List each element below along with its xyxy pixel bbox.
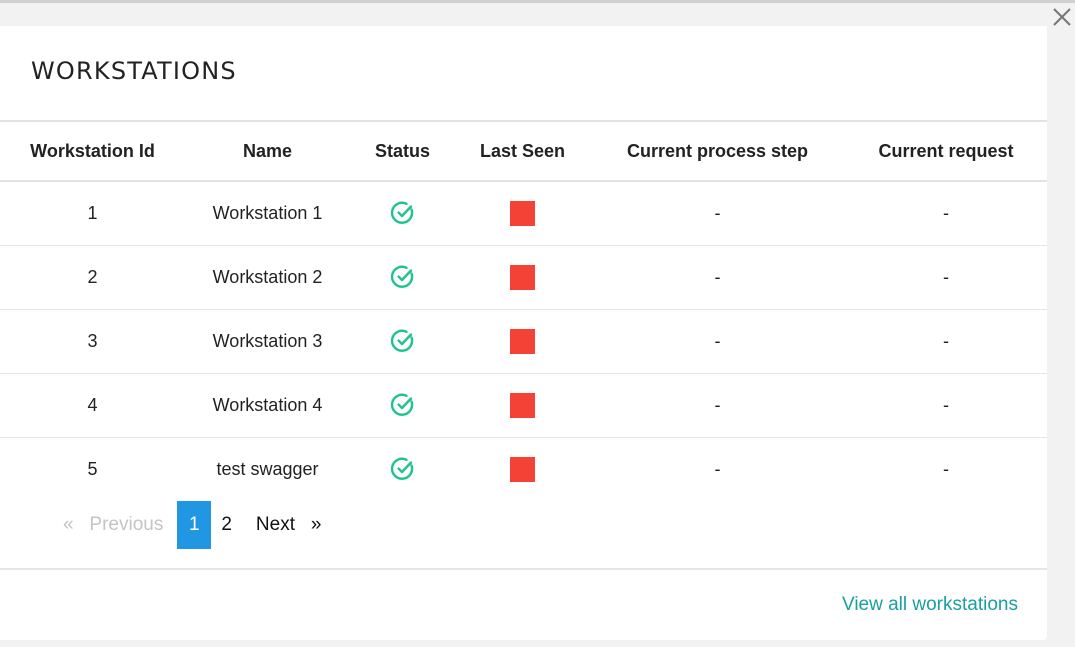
page-title: WORKSTATIONS xyxy=(31,57,237,85)
last-seen-cell xyxy=(455,181,590,245)
workstation-name-cell: Workstation 1 xyxy=(212,202,323,223)
column-header-name[interactable]: Name xyxy=(185,121,350,181)
current-process-step-cell: - xyxy=(714,202,721,223)
status-cell xyxy=(350,309,455,373)
footer-divider xyxy=(0,568,1047,570)
last-seen-cell xyxy=(455,309,590,373)
workstations-table: Workstation Id Name Status Last Seen Cur… xyxy=(0,120,1047,501)
workstation-id-cell: 5 xyxy=(87,458,98,479)
workstation-id-cell: 4 xyxy=(87,394,98,415)
view-all-workstations-link[interactable]: View all workstations xyxy=(842,594,1018,616)
column-header-current-process-step[interactable]: Current process step xyxy=(590,121,845,181)
table-header-row: Workstation Id Name Status Last Seen Cur… xyxy=(0,121,1047,181)
column-header-last-seen[interactable]: Last Seen xyxy=(455,121,590,181)
workstation-name-cell: Workstation 2 xyxy=(212,266,323,287)
status-cell xyxy=(350,437,455,501)
status-cell xyxy=(350,181,455,245)
panel-header: WORKSTATIONS xyxy=(0,26,1047,120)
workstation-id-cell: 3 xyxy=(87,330,98,351)
check-circle-icon xyxy=(390,328,416,354)
check-circle-icon xyxy=(390,392,416,418)
current-process-step-cell: - xyxy=(714,330,721,351)
status-cell xyxy=(350,373,455,437)
last-seen-indicator xyxy=(510,264,535,290)
table-row[interactable]: 2 Workstation 2 - - xyxy=(0,245,1047,309)
double-chevron-left-icon: « xyxy=(63,514,74,535)
close-icon xyxy=(1053,8,1071,26)
next-label: Next xyxy=(255,514,295,535)
current-request-cell: - xyxy=(943,202,949,223)
page-button-1[interactable]: 1 xyxy=(177,501,212,549)
workstation-id-cell: 1 xyxy=(87,202,98,223)
last-seen-cell xyxy=(455,245,590,309)
current-request-cell: - xyxy=(943,266,949,287)
check-circle-icon xyxy=(390,456,416,482)
last-seen-cell xyxy=(455,437,590,501)
workstation-name-cell: test swagger xyxy=(216,458,319,479)
last-seen-indicator xyxy=(510,328,535,354)
check-circle-icon xyxy=(390,200,416,226)
workstations-panel: WORKSTATIONS Workstation Id Name Status … xyxy=(0,26,1047,640)
page-button-2[interactable]: 2 xyxy=(213,501,240,549)
next-button[interactable]: Next » xyxy=(248,501,330,549)
column-header-current-request[interactable]: Current request xyxy=(845,121,1047,181)
close-button[interactable] xyxy=(1051,6,1073,28)
double-chevron-right-icon: » xyxy=(310,514,322,535)
table-row[interactable]: 5 test swagger - - xyxy=(0,437,1047,501)
workstation-name-cell: Workstation 3 xyxy=(212,330,323,351)
current-request-cell: - xyxy=(943,330,949,351)
workstation-id-cell: 2 xyxy=(87,266,98,287)
current-process-step-cell: - xyxy=(714,458,721,479)
status-cell xyxy=(350,245,455,309)
table-row[interactable]: 4 Workstation 4 - - xyxy=(0,373,1047,437)
current-request-cell: - xyxy=(943,394,949,415)
column-header-status[interactable]: Status xyxy=(350,121,455,181)
top-border xyxy=(0,0,1075,3)
last-seen-indicator xyxy=(510,456,535,482)
check-circle-icon xyxy=(390,264,416,290)
last-seen-indicator xyxy=(510,200,535,226)
table-row[interactable]: 3 Workstation 3 - - xyxy=(0,309,1047,373)
previous-button[interactable]: « Previous xyxy=(55,501,171,549)
previous-label: Previous xyxy=(89,514,164,535)
column-header-workstation-id[interactable]: Workstation Id xyxy=(0,121,185,181)
table-row[interactable]: 1 Workstation 1 - - xyxy=(0,181,1047,245)
workstation-name-cell: Workstation 4 xyxy=(212,394,323,415)
last-seen-indicator xyxy=(510,392,535,418)
pagination: « Previous 1 2 Next » xyxy=(55,501,329,549)
current-request-cell: - xyxy=(943,458,949,479)
current-process-step-cell: - xyxy=(714,266,721,287)
last-seen-cell xyxy=(455,373,590,437)
current-process-step-cell: - xyxy=(714,394,721,415)
